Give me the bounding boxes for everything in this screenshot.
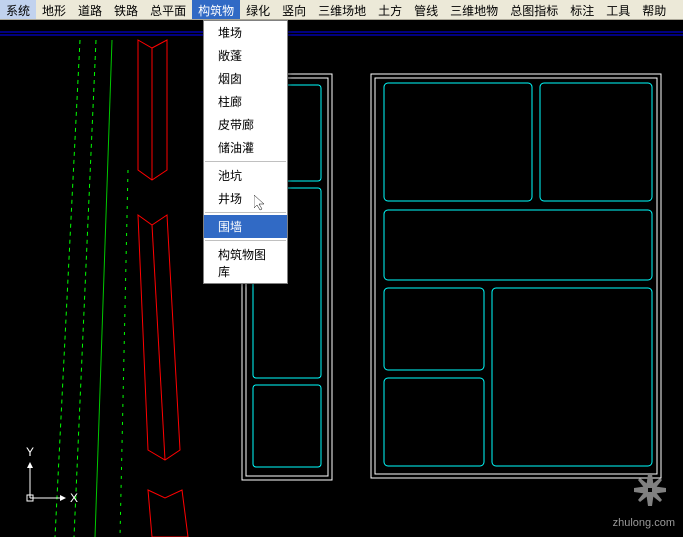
menu-indicators[interactable]: 总图指标 — [504, 0, 564, 19]
structures-dropdown: 堆场 敞蓬 烟囱 柱廊 皮带廊 储油灌 池坑 井场 围墙 构筑物图库 — [203, 20, 288, 284]
dropdown-item-library[interactable]: 构筑物图库 — [204, 243, 287, 283]
dropdown-item-chimney[interactable]: 烟囱 — [204, 67, 287, 90]
dropdown-item-belt[interactable]: 皮带廊 — [204, 113, 287, 136]
menu-structures[interactable]: 构筑物 — [192, 0, 240, 19]
dropdown-separator — [205, 240, 286, 241]
dropdown-item-wellsite[interactable]: 井场 — [204, 187, 287, 210]
dropdown-item-oiltank[interactable]: 储油灌 — [204, 136, 287, 159]
watermark-text: zhulong.com — [613, 517, 675, 529]
menu-greening[interactable]: 绿化 — [240, 0, 276, 19]
menu-earthwork[interactable]: 土方 — [372, 0, 408, 19]
menu-3dsite[interactable]: 三维场地 — [312, 0, 372, 19]
menu-masterplan[interactable]: 总平面 — [144, 0, 192, 19]
dropdown-item-yard[interactable]: 堆场 — [204, 21, 287, 44]
dropdown-item-wall[interactable]: 围墙 — [204, 215, 287, 238]
menu-railway[interactable]: 铁路 — [108, 0, 144, 19]
watermark-logo-icon — [632, 472, 668, 511]
menu-vertical[interactable]: 竖向 — [276, 0, 312, 19]
menu-system[interactable]: 系统 — [0, 0, 36, 19]
menu-terrain[interactable]: 地形 — [36, 0, 72, 19]
menu-3dfeatures[interactable]: 三维地物 — [444, 0, 504, 19]
dropdown-item-colonnade[interactable]: 柱廊 — [204, 90, 287, 113]
dropdown-item-shed[interactable]: 敞蓬 — [204, 44, 287, 67]
menu-pipeline[interactable]: 管线 — [408, 0, 444, 19]
axis-x-label: X — [70, 491, 78, 505]
axis-y-label: Y — [26, 445, 34, 459]
menu-road[interactable]: 道路 — [72, 0, 108, 19]
dropdown-item-pit[interactable]: 池坑 — [204, 164, 287, 187]
cad-canvas[interactable]: X Y — [0, 20, 683, 537]
menubar: 系统 地形 道路 铁路 总平面 构筑物 绿化 竖向 三维场地 土方 管线 三维地… — [0, 0, 683, 20]
dropdown-separator — [205, 161, 286, 162]
menu-help[interactable]: 帮助 — [636, 0, 672, 19]
menu-tools[interactable]: 工具 — [600, 0, 636, 19]
dropdown-separator — [205, 212, 286, 213]
menu-annotation[interactable]: 标注 — [564, 0, 600, 19]
